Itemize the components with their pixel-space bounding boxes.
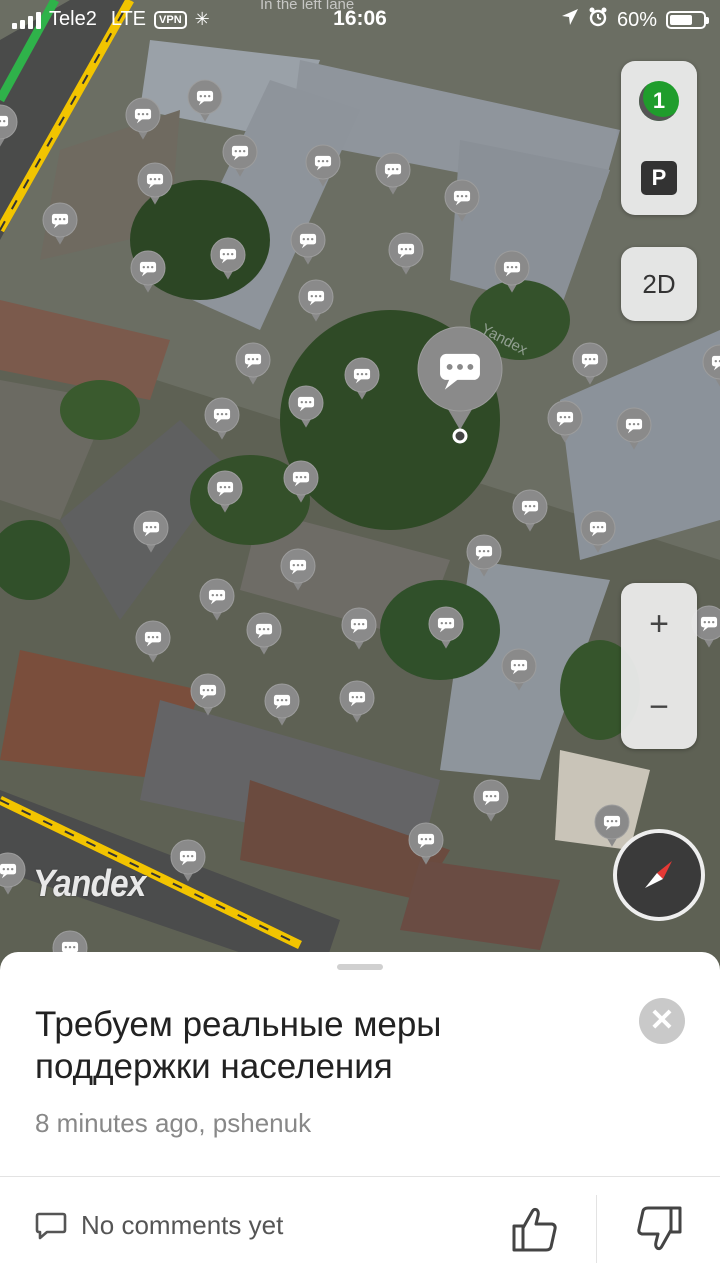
comment-marker[interactable] <box>0 104 18 147</box>
zoom-in-button[interactable]: + <box>621 583 697 666</box>
comment-marker[interactable] <box>187 79 223 122</box>
compass-button[interactable] <box>613 829 705 921</box>
comment-marker[interactable] <box>494 250 530 293</box>
selected-location-dot <box>452 428 468 444</box>
close-icon: ✕ <box>649 1004 675 1037</box>
comment-marker[interactable] <box>341 607 377 650</box>
yandex-logo: Yandex <box>33 863 146 905</box>
selected-comment-marker[interactable] <box>417 326 503 430</box>
comment-marker[interactable] <box>210 237 246 280</box>
comment-marker[interactable] <box>344 357 380 400</box>
comment-marker[interactable] <box>288 385 324 428</box>
comment-marker[interactable] <box>547 400 583 443</box>
comment-marker[interactable] <box>466 534 502 577</box>
traffic-button[interactable]: 1 <box>639 81 679 121</box>
battery-icon <box>666 11 709 29</box>
divider <box>596 1195 597 1263</box>
comment-marker[interactable] <box>512 489 548 532</box>
comment-marker[interactable] <box>125 97 161 140</box>
comment-marker[interactable] <box>428 606 464 649</box>
comment-marker[interactable] <box>280 548 316 591</box>
alarm-clock-icon <box>588 7 608 33</box>
divider <box>0 1176 720 1177</box>
location-arrow-icon <box>561 8 579 32</box>
comment-marker[interactable] <box>235 342 271 385</box>
comment-marker[interactable] <box>444 179 480 222</box>
comment-marker[interactable] <box>283 460 319 503</box>
comment-markers-layer: Yandex <box>0 79 720 973</box>
post-title: Требуем реальные меры поддержки населени… <box>35 1005 442 1086</box>
zoom-out-button[interactable]: − <box>621 666 697 749</box>
comment-marker[interactable] <box>702 344 720 387</box>
comment-marker[interactable] <box>580 510 616 553</box>
post-meta: 8 minutes ago, pshenuk <box>35 1108 312 1138</box>
comment-marker[interactable] <box>170 839 206 882</box>
thumbs-up-icon <box>512 1207 557 1252</box>
status-bar: Tele2 LTE VPN ✳ 16:06 60% <box>0 0 720 40</box>
battery-percent: 60% <box>616 8 657 31</box>
comment-marker[interactable] <box>133 510 169 553</box>
zoom-controls: + − <box>621 583 697 749</box>
close-button[interactable]: ✕ <box>639 998 685 1044</box>
comment-marker[interactable] <box>246 612 282 655</box>
comment-marker[interactable] <box>137 162 173 205</box>
thumbs-down-icon <box>637 1206 682 1251</box>
comment-marker[interactable] <box>408 822 444 865</box>
comment-marker[interactable] <box>42 202 78 245</box>
comment-marker[interactable] <box>199 578 235 621</box>
comment-marker[interactable] <box>204 397 240 440</box>
comment-marker[interactable] <box>130 250 166 293</box>
view-mode-button[interactable]: 2D <box>621 247 697 321</box>
sheet-grabber[interactable] <box>337 964 383 970</box>
comment-marker[interactable] <box>473 779 509 822</box>
comment-marker[interactable] <box>190 673 226 716</box>
comments-status: No comments yet <box>81 1210 284 1240</box>
comment-marker[interactable] <box>375 152 411 195</box>
parking-button[interactable]: P <box>641 161 677 195</box>
comment-marker[interactable] <box>135 620 171 663</box>
comment-marker[interactable] <box>339 680 375 723</box>
comment-marker[interactable] <box>0 852 26 895</box>
comment-icon <box>35 1212 67 1239</box>
like-button[interactable] <box>510 1204 560 1254</box>
comment-marker[interactable] <box>222 134 258 177</box>
comment-marker[interactable] <box>290 222 326 265</box>
comment-marker[interactable] <box>501 648 537 691</box>
comment-marker[interactable] <box>388 232 424 275</box>
comments-link[interactable]: No comments yet <box>35 1210 283 1241</box>
comment-marker[interactable] <box>305 144 341 187</box>
map-view[interactable]: In the left lane Yandex Yandex <box>0 0 720 980</box>
comment-marker[interactable] <box>572 342 608 385</box>
layers-panel: 1 P <box>621 61 697 215</box>
dislike-button[interactable] <box>634 1204 684 1254</box>
post-bottom-sheet: Требуем реальные меры поддержки населени… <box>0 952 720 1280</box>
comment-marker[interactable] <box>264 683 300 726</box>
comment-marker[interactable] <box>616 407 652 450</box>
compass-needle-icon <box>645 861 672 888</box>
comment-marker[interactable] <box>298 279 334 322</box>
comment-marker[interactable] <box>207 470 243 513</box>
